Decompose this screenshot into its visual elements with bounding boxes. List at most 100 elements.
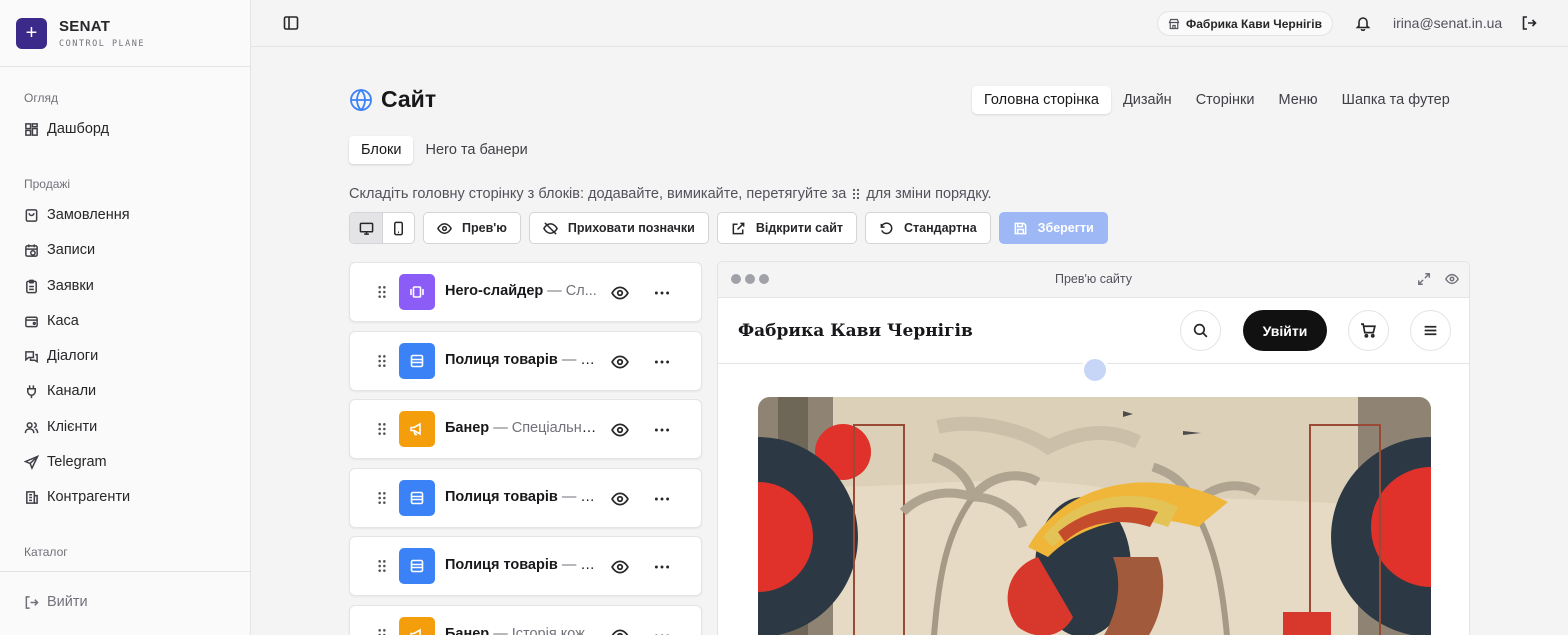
- sidebar-item-channels[interactable]: Канали: [24, 380, 96, 402]
- block-item[interactable]: Полиця товарів — Р...: [349, 330, 702, 391]
- cart-icon: [1361, 323, 1376, 338]
- sidebar-toggle-icon[interactable]: [283, 15, 299, 31]
- sidebar-item-telegram[interactable]: Telegram: [24, 451, 107, 473]
- block-item[interactable]: Полиця товарів — Хі...: [349, 536, 702, 597]
- block-description: — Спеціальні ...: [489, 420, 597, 437]
- topbar: Фабрика Кави Чернігів irina@senat.in.ua: [251, 0, 1568, 47]
- drag-handle-icon[interactable]: [377, 491, 387, 505]
- sidebar-item-label: Дашборд: [47, 121, 110, 137]
- eye-icon[interactable]: [611, 421, 629, 439]
- eye-icon[interactable]: [611, 353, 629, 371]
- smartphone-icon: [394, 221, 403, 235]
- sidebar-item-bookings[interactable]: Записи: [24, 239, 95, 261]
- block-type-badge: [399, 617, 435, 635]
- megaphone-icon: [410, 422, 421, 436]
- eye-icon[interactable]: [611, 627, 629, 635]
- site-login-button[interactable]: Увійти: [1243, 310, 1327, 351]
- block-title: Hero-слайдер — Сл...: [445, 283, 597, 299]
- user-email[interactable]: irina@senat.in.ua: [1393, 15, 1502, 31]
- eye-icon[interactable]: [611, 490, 629, 508]
- sidebar-item-contractors[interactable]: Контрагенти: [24, 486, 130, 508]
- more-options-icon[interactable]: [653, 490, 671, 508]
- shopping-bag-icon: [25, 208, 38, 222]
- eye-icon[interactable]: [611, 558, 629, 576]
- block-item[interactable]: Банер — Історія кож...: [349, 605, 702, 635]
- block-description: — Хі...: [561, 557, 597, 574]
- tab-blocks[interactable]: Блоки: [349, 136, 414, 164]
- add-block-handle[interactable]: [1081, 356, 1109, 384]
- brand[interactable]: + SENAT CONTROL PLANE: [0, 0, 250, 67]
- drag-handle-icon: [853, 188, 860, 200]
- block-item[interactable]: Hero-слайдер — Сл...: [349, 262, 702, 322]
- hint-text: Складіть головну сторінку з блоків: дода…: [349, 186, 847, 202]
- sidebar-item-label: Замовлення: [47, 207, 130, 223]
- sidebar-item-cash[interactable]: Каса: [24, 310, 79, 332]
- drag-handle-icon[interactable]: [377, 285, 387, 299]
- mobile-view-button[interactable]: [382, 213, 414, 243]
- more-options-icon[interactable]: [653, 421, 671, 439]
- hero-image: [758, 397, 1431, 635]
- block-item[interactable]: Банер — Спеціальні ...: [349, 399, 702, 460]
- sidebar-item-dialogs[interactable]: Діалоги: [24, 345, 98, 367]
- save-label: Зберегти: [1037, 221, 1094, 235]
- search-icon: [1193, 323, 1208, 338]
- nav-section-sales: Продажі: [24, 177, 71, 191]
- tab-header-footer[interactable]: Шапка та футер: [1330, 86, 1462, 114]
- sidebar-item-requests[interactable]: Заявки: [24, 275, 94, 297]
- site-name[interactable]: Фабрика Кави Чернігів: [738, 321, 973, 341]
- nav-section-catalog: Каталог: [24, 545, 68, 559]
- store-icon: [1168, 18, 1180, 29]
- sidebar-item-orders[interactable]: Замовлення: [24, 204, 130, 226]
- drag-handle-icon[interactable]: [377, 628, 387, 635]
- tab-design[interactable]: Дизайн: [1111, 86, 1184, 114]
- sidebar-item-label: Клієнти: [47, 419, 98, 435]
- site-search-button[interactable]: [1180, 310, 1221, 351]
- sidebar-item-dashboard[interactable]: Дашборд: [24, 118, 109, 140]
- device-toggle: [349, 212, 415, 244]
- block-description: — Р...: [557, 351, 597, 368]
- eye-off-icon: [543, 221, 558, 235]
- preview-button[interactable]: Прев'ю: [423, 212, 521, 244]
- more-options-icon[interactable]: [653, 558, 671, 576]
- open-site-button[interactable]: Відкрити сайт: [716, 212, 858, 244]
- tab-menu[interactable]: Меню: [1266, 86, 1329, 114]
- drag-handle-icon[interactable]: [377, 354, 387, 368]
- external-link-icon: [732, 222, 745, 234]
- sign-out-icon[interactable]: [1521, 15, 1537, 31]
- more-options-icon[interactable]: [653, 627, 671, 635]
- site-menu-button[interactable]: [1410, 310, 1451, 351]
- tab-pages[interactable]: Сторінки: [1184, 86, 1267, 114]
- preview-label: Прев'ю: [462, 221, 507, 235]
- eye-icon[interactable]: [611, 284, 629, 302]
- shelf-icon: [410, 491, 424, 505]
- calendar-clock-icon: [25, 243, 38, 257]
- sidebar-item-clients[interactable]: Клієнти: [24, 416, 97, 438]
- site-cart-button[interactable]: [1348, 310, 1389, 351]
- building-icon: [26, 490, 38, 504]
- logout-label: Вийти: [47, 594, 88, 610]
- sidebar-item-label: Telegram: [47, 454, 107, 470]
- tab-hero-banners[interactable]: Hero та банери: [413, 136, 539, 164]
- toolbar: Прев'ю Приховати позначки Відкрити сайт …: [349, 212, 1108, 244]
- bell-icon[interactable]: [1355, 15, 1371, 31]
- block-item[interactable]: Полиця товарів — Н...: [349, 467, 702, 528]
- hide-labels-button[interactable]: Приховати позначки: [528, 212, 709, 244]
- block-title: Полиця товарів — Р...: [445, 352, 597, 368]
- reset-default-button[interactable]: Стандартна: [865, 212, 991, 244]
- store-selector[interactable]: Фабрика Кави Чернігів: [1157, 11, 1334, 36]
- tab-home[interactable]: Головна сторінка: [972, 86, 1111, 114]
- logout-button[interactable]: Вийти: [24, 594, 88, 610]
- dashboard-icon: [25, 122, 38, 136]
- desktop-view-button[interactable]: [350, 213, 382, 243]
- expand-icon[interactable]: [1417, 272, 1431, 286]
- instructions-text: Складіть головну сторінку з блоків: дода…: [349, 186, 992, 202]
- logout-icon: [25, 595, 39, 609]
- drag-handle-icon[interactable]: [377, 559, 387, 573]
- more-options-icon[interactable]: [653, 284, 671, 302]
- eye-icon[interactable]: [1445, 272, 1459, 286]
- preview-titlebar: Прев'ю сайту: [718, 262, 1469, 298]
- more-options-icon[interactable]: [653, 353, 671, 371]
- drag-handle-icon[interactable]: [377, 422, 387, 436]
- block-name: Банер: [445, 626, 490, 635]
- save-button[interactable]: Зберегти: [998, 212, 1108, 244]
